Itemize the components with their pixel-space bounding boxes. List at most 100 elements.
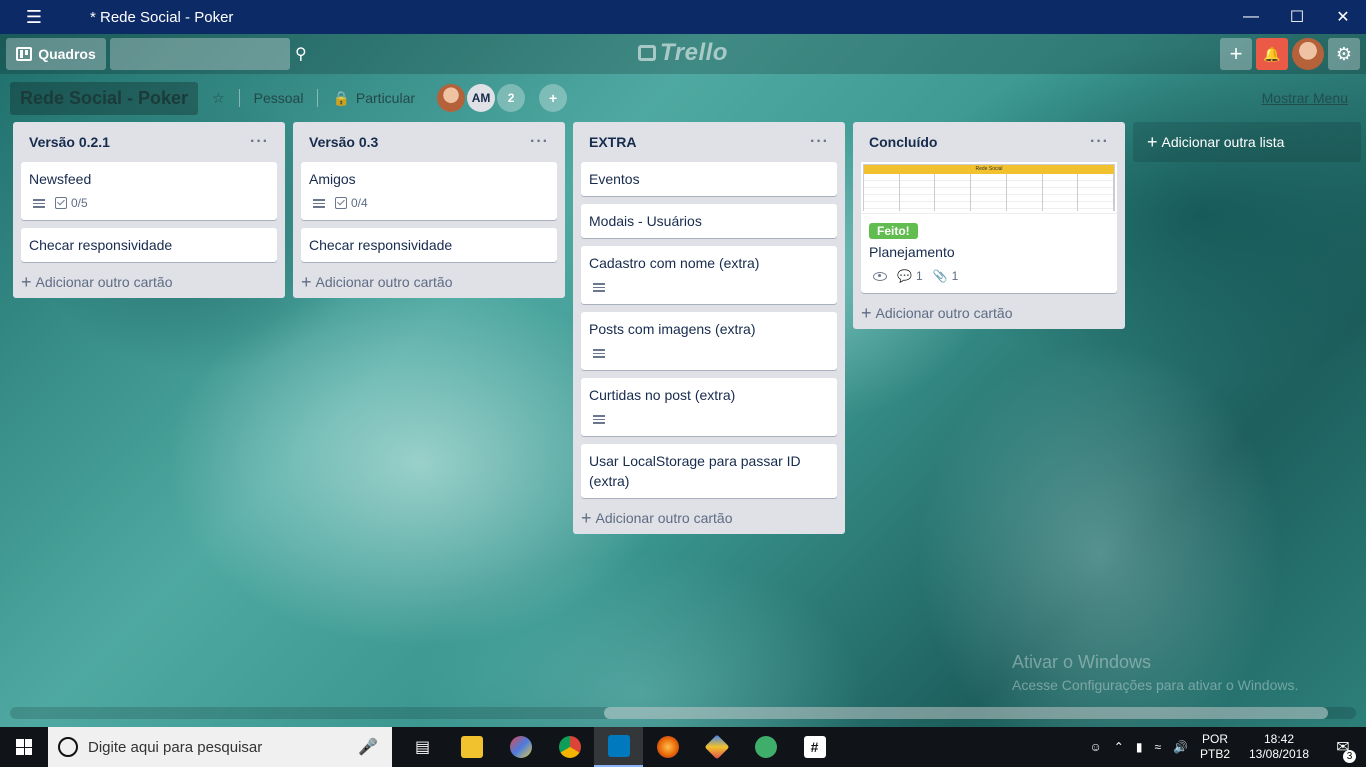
member-avatar-am[interactable]: AM [467,84,496,112]
hamburger-icon[interactable]: ☰ [0,0,68,34]
card-newsfeed[interactable]: Newsfeed 0/5 [21,162,277,220]
description-icon [33,198,45,208]
chrome-icon[interactable] [545,727,594,767]
card-checar-responsividade[interactable]: Checar responsividade [301,228,557,262]
board-name[interactable]: Rede Social - Poker [10,81,199,115]
maximize-button[interactable]: ☐ [1274,0,1320,34]
divider [238,89,240,107]
list-extra: EXTRA ··· Eventos Modais - Usuários Cada… [573,122,845,534]
list-versao-0-2-1: Versão 0.2.1 ··· Newsfeed 0/5 Checar res… [13,122,285,298]
card-title: Posts com imagens (extra) [589,321,756,337]
card-checar-responsividade[interactable]: Checar responsividade [21,228,277,262]
clock-time: 18:42 [1263,732,1295,746]
visibility-button[interactable]: 🔒 Particular [332,90,415,107]
microphone-icon[interactable]: 🎤 [358,737,378,757]
card-posts-com-imagens[interactable]: Posts com imagens (extra) [581,312,837,370]
add-list-button[interactable]: + Adicionar outra lista [1133,122,1361,162]
paint-icon[interactable] [496,727,545,767]
member-avatar-photo[interactable] [437,84,466,112]
team-label: Pessoal [253,90,304,106]
card-cadastro-com-nome[interactable]: Cadastro com nome (extra) [581,246,837,304]
star-icon: ☆ [212,89,225,106]
close-button[interactable]: ✕ [1320,0,1366,34]
start-button[interactable] [0,727,48,767]
bell-icon: 🔔 [1263,45,1281,62]
add-card-button[interactable]: + Adicionar outro cartão [21,270,277,291]
add-card-label: Adicionar outro cartão [875,305,1013,321]
list-header[interactable]: Versão 0.3 ··· [301,122,557,162]
scrollbar-thumb[interactable] [604,707,1328,719]
card-title: Eventos [589,171,640,187]
card-title: Checar responsividade [29,237,173,253]
checklist-icon [335,197,347,209]
git-icon[interactable] [692,727,741,767]
description-icon [313,198,325,208]
windows-taskbar: Digite aqui para pesquisar 🎤 ▤ # ☺ ⌃ ▮ ≈… [0,727,1366,767]
add-card-button[interactable]: + Adicionar outro cartão [861,301,1117,322]
minimize-button[interactable]: — [1228,0,1274,34]
list-menu-icon[interactable]: ··· [810,133,829,151]
team-button[interactable]: Pessoal [254,90,304,106]
search-box[interactable]: ⚲ [110,38,307,70]
volume-icon[interactable]: 🔊 [1173,740,1188,754]
invite-member-button[interactable]: + [539,84,568,112]
notifications-button[interactable]: 🔔 [1256,38,1288,70]
firefox-icon[interactable] [643,727,692,767]
card-planejamento[interactable]: Rede Social Feito! Planejamento 💬 1 📎 1 [861,162,1117,293]
notification-count: 3 [1343,750,1356,763]
boards-button[interactable]: Quadros [6,38,106,70]
clock[interactable]: 18:42 13/08/2018 [1242,732,1316,762]
task-view-icon[interactable]: ▤ [398,727,447,767]
file-explorer-icon[interactable] [447,727,496,767]
trello-icon[interactable] [594,727,643,767]
list-title[interactable]: EXTRA [589,134,636,150]
description-icon [593,282,605,292]
wifi-icon[interactable]: ≈ [1154,740,1161,754]
search-icon[interactable]: ⚲ [295,44,307,64]
search-input[interactable] [110,46,295,62]
list-menu-icon[interactable]: ··· [1090,133,1109,151]
add-card-button[interactable]: + Adicionar outro cartão [581,506,837,527]
battery-icon[interactable]: ▮ [1136,740,1143,754]
show-hidden-icons-icon[interactable]: ⌃ [1114,740,1124,754]
divider [317,89,319,107]
add-button[interactable]: + [1220,38,1252,70]
boards-icon [16,47,33,61]
list-title[interactable]: Versão 0.3 [309,134,378,150]
card-usar-localstorage[interactable]: Usar LocalStorage para passar ID (extra) [581,444,837,498]
card-curtidas-no-post[interactable]: Curtidas no post (extra) [581,378,837,436]
show-menu-link[interactable]: Mostrar Menu [1262,90,1348,106]
list-title[interactable]: Concluído [869,134,937,150]
list-menu-icon[interactable]: ··· [250,133,269,151]
settings-button[interactable]: ⚙ [1328,38,1360,70]
list-menu-icon[interactable]: ··· [530,133,549,151]
add-card-label: Adicionar outro cartão [35,274,173,290]
trello-logo-icon [638,45,657,61]
horizontal-scrollbar[interactable] [10,707,1356,719]
card-label-done[interactable]: Feito! [869,223,918,239]
star-button[interactable]: ☆ [212,90,225,107]
watch-icon [873,271,887,281]
member-count-badge[interactable]: 2 [497,84,526,112]
slack-icon[interactable]: # [790,727,839,767]
checklist-count: 0/4 [351,196,368,210]
people-icon[interactable]: ☺ [1090,740,1102,754]
language-indicator[interactable]: POR PTB2 [1200,732,1230,762]
list-header[interactable]: Versão 0.2.1 ··· [21,122,277,162]
card-modais-usuarios[interactable]: Modais - Usuários [581,204,837,238]
list-header[interactable]: EXTRA ··· [581,122,837,162]
card-title: Amigos [309,171,356,187]
list-header[interactable]: Concluído ··· [861,122,1117,162]
taskbar-search[interactable]: Digite aqui para pesquisar 🎤 [48,727,392,767]
card-amigos[interactable]: Amigos 0/4 [301,162,557,220]
add-card-label: Adicionar outro cartão [595,510,733,526]
action-center-icon[interactable]: ✉ 3 [1328,737,1358,763]
card-eventos[interactable]: Eventos [581,162,837,196]
window-titlebar: ☰ * Rede Social - Poker — ☐ ✕ [0,0,1366,34]
list-title[interactable]: Versão 0.2.1 [29,134,110,150]
clock-date: 13/08/2018 [1248,747,1310,761]
list-versao-0-3: Versão 0.3 ··· Amigos 0/4 Checar respons… [293,122,565,298]
add-card-button[interactable]: + Adicionar outro cartão [301,270,557,291]
user-avatar[interactable] [1292,38,1324,70]
atom-icon[interactable] [741,727,790,767]
